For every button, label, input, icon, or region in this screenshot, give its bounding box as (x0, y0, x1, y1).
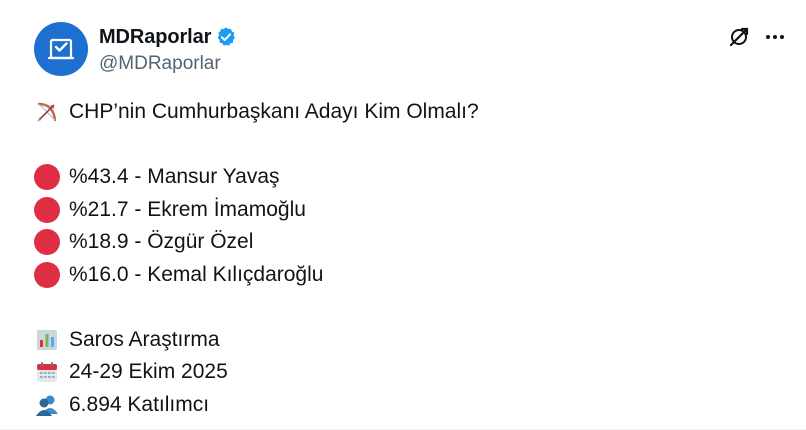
more-dots-icon[interactable] (764, 24, 786, 50)
result-label: %21.7 - Ekrem İmamoğlu (69, 197, 306, 221)
busts-emoji-icon (34, 392, 60, 418)
display-name[interactable]: MDRaporlar (99, 26, 211, 49)
tweet-text: CHP’nin Cumhurbaşkanı Adayı Kim Olmalı? … (34, 96, 786, 421)
red-circle-emoji-icon (34, 261, 60, 288)
red-circle-emoji-icon (34, 196, 60, 223)
calendar-emoji-icon (34, 359, 60, 385)
date-line: 24-29 Ekim 2025 (34, 356, 786, 389)
participants-text: 6.894 Katılımcı (69, 392, 210, 416)
result-label: %16.0 - Kemal Kılıçdaroğlu (69, 262, 324, 286)
result-line: %21.7 - Ekrem İmamoğlu (34, 194, 786, 227)
ballot-box-logo-icon (47, 38, 75, 60)
result-line: %43.4 - Mansur Yavaş (34, 161, 786, 194)
name-row: MDRaporlar (99, 25, 237, 49)
source-line: Saros Araştırma (34, 324, 786, 357)
account-names: MDRaporlar @MDRaporlar (99, 22, 237, 78)
date-text: 24-29 Ekim 2025 (69, 360, 228, 383)
handle[interactable]: @MDRaporlar (99, 53, 237, 75)
bar-chart-emoji-icon (34, 327, 60, 353)
tweet-title: CHP’nin Cumhurbaşkanı Adayı Kim Olmalı? (69, 100, 479, 123)
header-actions (726, 24, 786, 50)
title-line: CHP’nin Cumhurbaşkanı Adayı Kim Olmalı? (34, 96, 786, 129)
result-line: %16.0 - Kemal Kılıçdaroğlu (34, 259, 786, 292)
red-circle-emoji-icon (34, 229, 60, 256)
verified-badge-icon[interactable] (215, 26, 237, 48)
bow-and-arrow-emoji-icon (34, 99, 60, 125)
result-label: %18.9 - Özgür Özel (69, 230, 254, 253)
participants-line: 6.894 Katılımcı (34, 389, 786, 422)
result-label: %43.4 - Mansur Yavaş (69, 165, 280, 188)
source-text: Saros Araştırma (69, 327, 220, 351)
grok-icon[interactable] (726, 24, 752, 50)
result-line: %18.9 - Özgür Özel (34, 226, 786, 259)
avatar[interactable] (34, 22, 88, 76)
tweet-header: MDRaporlar @MDRaporlar (34, 22, 786, 78)
red-circle-emoji-icon (34, 164, 60, 191)
